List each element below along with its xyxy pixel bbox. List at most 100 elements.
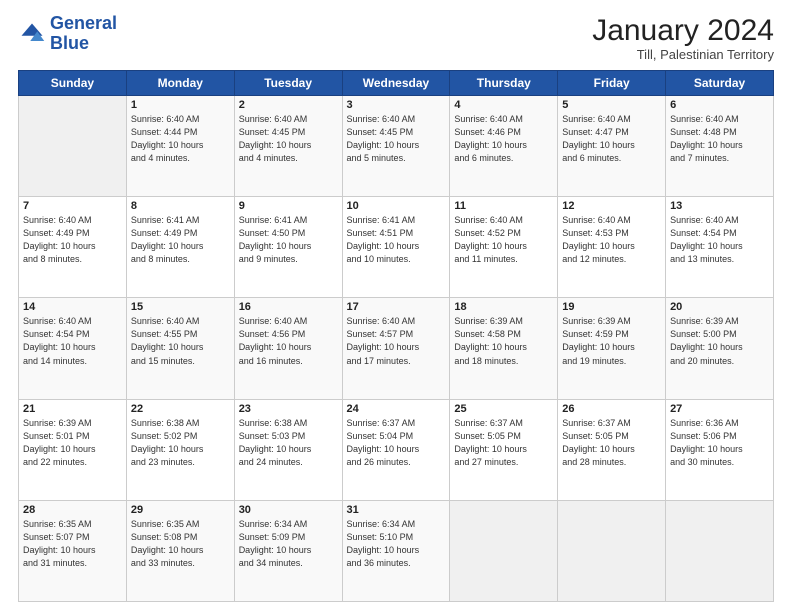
col-thursday: Thursday bbox=[450, 71, 558, 96]
table-row: 8Sunrise: 6:41 AM Sunset: 4:49 PM Daylig… bbox=[126, 197, 234, 298]
month-title: January 2024 bbox=[592, 14, 774, 47]
table-row: 12Sunrise: 6:40 AM Sunset: 4:53 PM Dayli… bbox=[558, 197, 666, 298]
table-row: 22 Sunrise: 6:38 AM Sunset: 5:02 PM Dayli… bbox=[126, 399, 234, 500]
day-number: 27 bbox=[670, 403, 769, 415]
day-number: 2 bbox=[239, 99, 338, 111]
calendar-week-row: 21 Sunrise: 6:39 AM Sunset: 5:01 PM Dayli… bbox=[19, 399, 774, 500]
day-number: 19 bbox=[562, 301, 661, 313]
logo-icon bbox=[18, 20, 46, 48]
table-row: 24Sunrise: 6:37 AM Sunset: 5:04 PM Dayli… bbox=[342, 399, 450, 500]
logo: General Blue bbox=[18, 14, 117, 54]
table-row: 2 Sunrise: 6:40 AM Sunset: 4:45 PM Daylig… bbox=[234, 96, 342, 197]
table-row: 20 Sunrise: 6:39 AM Sunset: 5:00 PM Dayli… bbox=[666, 298, 774, 399]
day-info: Sunrise: 6:34 AM Sunset: 5:10 PM Dayligh… bbox=[347, 518, 446, 570]
day-number: 23 bbox=[239, 403, 338, 415]
col-tuesday: Tuesday bbox=[234, 71, 342, 96]
day-number: 4 bbox=[454, 99, 553, 111]
calendar-week-row: 1Sunrise: 6:40 AM Sunset: 4:44 PM Daylig… bbox=[19, 96, 774, 197]
table-row: 11 Sunrise: 6:40 AM Sunset: 4:52 PM Dayli… bbox=[450, 197, 558, 298]
day-info: Sunrise: 6:40 AM Sunset: 4:47 PM Dayligh… bbox=[562, 113, 661, 165]
day-info: Sunrise: 6:40 AM Sunset: 4:44 PM Dayligh… bbox=[131, 113, 230, 165]
day-number: 14 bbox=[23, 301, 122, 313]
day-info: Sunrise: 6:39 AM Sunset: 5:01 PM Dayligh… bbox=[23, 417, 122, 469]
day-number: 16 bbox=[239, 301, 338, 313]
day-info: Sunrise: 6:40 AM Sunset: 4:54 PM Dayligh… bbox=[670, 214, 769, 266]
col-wednesday: Wednesday bbox=[342, 71, 450, 96]
day-number: 10 bbox=[347, 200, 446, 212]
table-row: 7 Sunrise: 6:40 AM Sunset: 4:49 PM Daylig… bbox=[19, 197, 127, 298]
day-info: Sunrise: 6:40 AM Sunset: 4:54 PM Dayligh… bbox=[23, 315, 122, 367]
location-subtitle: Till, Palestinian Territory bbox=[592, 47, 774, 62]
day-info: Sunrise: 6:40 AM Sunset: 4:45 PM Dayligh… bbox=[347, 113, 446, 165]
day-info: Sunrise: 6:40 AM Sunset: 4:56 PM Dayligh… bbox=[239, 315, 338, 367]
day-info: Sunrise: 6:36 AM Sunset: 5:06 PM Dayligh… bbox=[670, 417, 769, 469]
table-row: 19 Sunrise: 6:39 AM Sunset: 4:59 PM Dayli… bbox=[558, 298, 666, 399]
table-row bbox=[450, 500, 558, 601]
day-info: Sunrise: 6:35 AM Sunset: 5:07 PM Dayligh… bbox=[23, 518, 122, 570]
day-info: Sunrise: 6:35 AM Sunset: 5:08 PM Dayligh… bbox=[131, 518, 230, 570]
day-info: Sunrise: 6:37 AM Sunset: 5:04 PM Dayligh… bbox=[347, 417, 446, 469]
day-number: 22 bbox=[131, 403, 230, 415]
day-info: Sunrise: 6:39 AM Sunset: 5:00 PM Dayligh… bbox=[670, 315, 769, 367]
day-info: Sunrise: 6:40 AM Sunset: 4:55 PM Dayligh… bbox=[131, 315, 230, 367]
day-number: 7 bbox=[23, 200, 122, 212]
day-info: Sunrise: 6:41 AM Sunset: 4:51 PM Dayligh… bbox=[347, 214, 446, 266]
table-row bbox=[19, 96, 127, 197]
day-info: Sunrise: 6:40 AM Sunset: 4:46 PM Dayligh… bbox=[454, 113, 553, 165]
table-row: 6 Sunrise: 6:40 AM Sunset: 4:48 PM Daylig… bbox=[666, 96, 774, 197]
table-row bbox=[558, 500, 666, 601]
title-block: January 2024 Till, Palestinian Territory bbox=[592, 14, 774, 62]
col-saturday: Saturday bbox=[666, 71, 774, 96]
day-number: 28 bbox=[23, 504, 122, 516]
day-info: Sunrise: 6:38 AM Sunset: 5:03 PM Dayligh… bbox=[239, 417, 338, 469]
table-row: 3 Sunrise: 6:40 AM Sunset: 4:45 PM Daylig… bbox=[342, 96, 450, 197]
day-info: Sunrise: 6:40 AM Sunset: 4:52 PM Dayligh… bbox=[454, 214, 553, 266]
table-row: 14 Sunrise: 6:40 AM Sunset: 4:54 PM Dayli… bbox=[19, 298, 127, 399]
table-row: 28 Sunrise: 6:35 AM Sunset: 5:07 PM Dayli… bbox=[19, 500, 127, 601]
page: General Blue January 2024 Till, Palestin… bbox=[0, 0, 792, 612]
table-row: 5 Sunrise: 6:40 AM Sunset: 4:47 PM Daylig… bbox=[558, 96, 666, 197]
col-friday: Friday bbox=[558, 71, 666, 96]
table-row: 31 Sunrise: 6:34 AM Sunset: 5:10 PM Dayli… bbox=[342, 500, 450, 601]
day-number: 6 bbox=[670, 99, 769, 111]
calendar-week-row: 28 Sunrise: 6:35 AM Sunset: 5:07 PM Dayli… bbox=[19, 500, 774, 601]
day-info: Sunrise: 6:34 AM Sunset: 5:09 PM Dayligh… bbox=[239, 518, 338, 570]
day-info: Sunrise: 6:39 AM Sunset: 4:59 PM Dayligh… bbox=[562, 315, 661, 367]
table-row: 18 Sunrise: 6:39 AM Sunset: 4:58 PM Dayli… bbox=[450, 298, 558, 399]
day-number: 21 bbox=[23, 403, 122, 415]
day-info: Sunrise: 6:40 AM Sunset: 4:45 PM Dayligh… bbox=[239, 113, 338, 165]
day-number: 31 bbox=[347, 504, 446, 516]
day-number: 8 bbox=[131, 200, 230, 212]
day-number: 30 bbox=[239, 504, 338, 516]
calendar-week-row: 14 Sunrise: 6:40 AM Sunset: 4:54 PM Dayli… bbox=[19, 298, 774, 399]
logo-text: General Blue bbox=[50, 14, 117, 54]
day-info: Sunrise: 6:40 AM Sunset: 4:48 PM Dayligh… bbox=[670, 113, 769, 165]
day-number: 29 bbox=[131, 504, 230, 516]
col-monday: Monday bbox=[126, 71, 234, 96]
table-row: 1Sunrise: 6:40 AM Sunset: 4:44 PM Daylig… bbox=[126, 96, 234, 197]
day-number: 20 bbox=[670, 301, 769, 313]
day-info: Sunrise: 6:38 AM Sunset: 5:02 PM Dayligh… bbox=[131, 417, 230, 469]
day-number: 13 bbox=[670, 200, 769, 212]
table-row: 13 Sunrise: 6:40 AM Sunset: 4:54 PM Dayli… bbox=[666, 197, 774, 298]
day-number: 11 bbox=[454, 200, 553, 212]
table-row: 25Sunrise: 6:37 AM Sunset: 5:05 PM Dayli… bbox=[450, 399, 558, 500]
calendar-week-row: 7 Sunrise: 6:40 AM Sunset: 4:49 PM Daylig… bbox=[19, 197, 774, 298]
day-info: Sunrise: 6:37 AM Sunset: 5:05 PM Dayligh… bbox=[454, 417, 553, 469]
day-number: 18 bbox=[454, 301, 553, 313]
table-row: 21 Sunrise: 6:39 AM Sunset: 5:01 PM Dayli… bbox=[19, 399, 127, 500]
day-info: Sunrise: 6:40 AM Sunset: 4:49 PM Dayligh… bbox=[23, 214, 122, 266]
table-row: 9Sunrise: 6:41 AM Sunset: 4:50 PM Daylig… bbox=[234, 197, 342, 298]
table-row: 27 Sunrise: 6:36 AM Sunset: 5:06 PM Dayli… bbox=[666, 399, 774, 500]
day-number: 5 bbox=[562, 99, 661, 111]
day-info: Sunrise: 6:41 AM Sunset: 4:50 PM Dayligh… bbox=[239, 214, 338, 266]
table-row: 17Sunrise: 6:40 AM Sunset: 4:57 PM Dayli… bbox=[342, 298, 450, 399]
day-number: 3 bbox=[347, 99, 446, 111]
day-number: 12 bbox=[562, 200, 661, 212]
day-info: Sunrise: 6:39 AM Sunset: 4:58 PM Dayligh… bbox=[454, 315, 553, 367]
day-info: Sunrise: 6:37 AM Sunset: 5:05 PM Dayligh… bbox=[562, 417, 661, 469]
table-row: 16 Sunrise: 6:40 AM Sunset: 4:56 PM Dayli… bbox=[234, 298, 342, 399]
header: General Blue January 2024 Till, Palestin… bbox=[18, 14, 774, 62]
table-row: 29 Sunrise: 6:35 AM Sunset: 5:08 PM Dayli… bbox=[126, 500, 234, 601]
table-row: 23 Sunrise: 6:38 AM Sunset: 5:03 PM Dayli… bbox=[234, 399, 342, 500]
